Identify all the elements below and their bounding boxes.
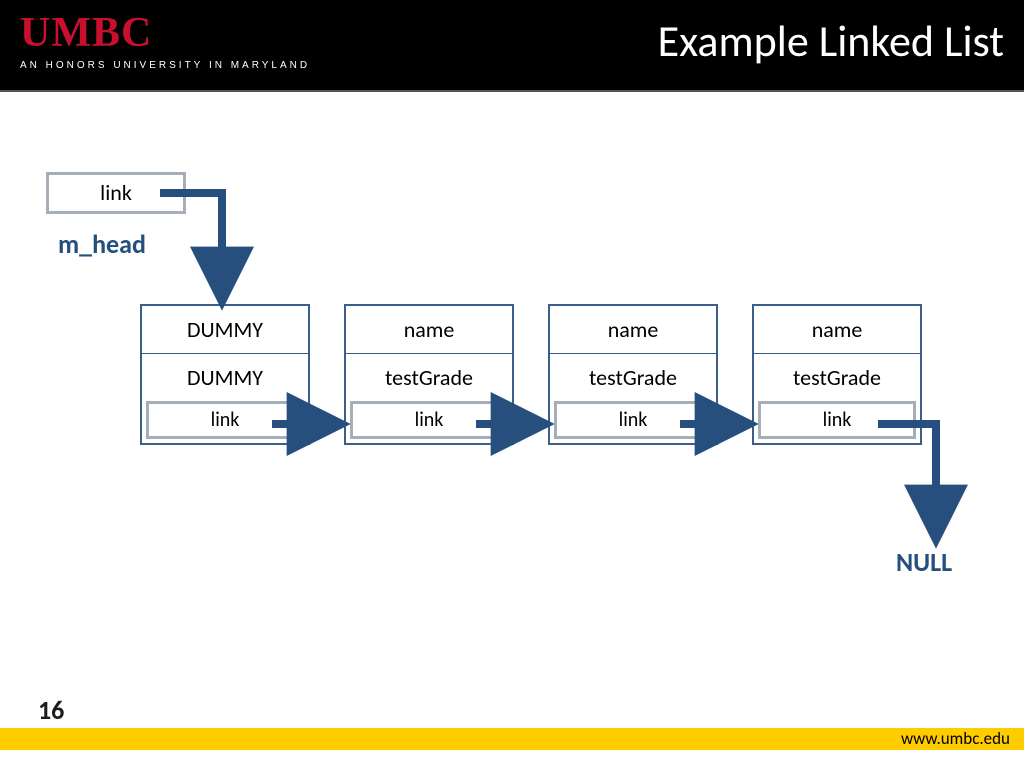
node-field-1: name: [754, 306, 920, 354]
head-link-label: link: [100, 179, 132, 206]
head-variable-label: m_head: [58, 228, 146, 260]
list-node: DUMMY DUMMY link: [140, 304, 310, 445]
footer-url: www.umbc.edu: [901, 728, 1010, 749]
list-node: name testGrade link: [548, 304, 718, 445]
node-link-label: link: [211, 408, 240, 432]
diagram-area: link m_head DUMMY DUMMY link name testGr…: [0, 92, 1024, 722]
head-link-box: link: [46, 172, 186, 214]
null-label: NULL: [896, 546, 952, 578]
node-link-box: link: [554, 401, 712, 439]
slide-header: UMBC AN HONORS UNIVERSITY IN MARYLAND Ex…: [0, 0, 1024, 90]
list-node: name testGrade link: [344, 304, 514, 445]
node-field-2: testGrade: [346, 354, 512, 397]
node-field-2: testGrade: [754, 354, 920, 397]
list-node: name testGrade link: [752, 304, 922, 445]
node-field-2: testGrade: [550, 354, 716, 397]
logo: UMBC AN HONORS UNIVERSITY IN MARYLAND: [20, 12, 310, 71]
node-link-box: link: [146, 401, 304, 439]
slide-title: Example Linked List: [658, 14, 1004, 68]
footer-bar: [0, 728, 1024, 750]
node-link-label: link: [619, 408, 648, 432]
node-field-1: name: [550, 306, 716, 354]
logo-tagline: AN HONORS UNIVERSITY IN MARYLAND: [20, 60, 310, 71]
page-number: 16: [38, 694, 64, 726]
node-field-2: DUMMY: [142, 354, 308, 397]
node-link-label: link: [415, 408, 444, 432]
logo-main-text: UMBC: [20, 12, 310, 54]
node-field-1: name: [346, 306, 512, 354]
node-link-label: link: [823, 408, 852, 432]
node-field-1: DUMMY: [142, 306, 308, 354]
node-link-box: link: [350, 401, 508, 439]
node-link-box: link: [758, 401, 916, 439]
